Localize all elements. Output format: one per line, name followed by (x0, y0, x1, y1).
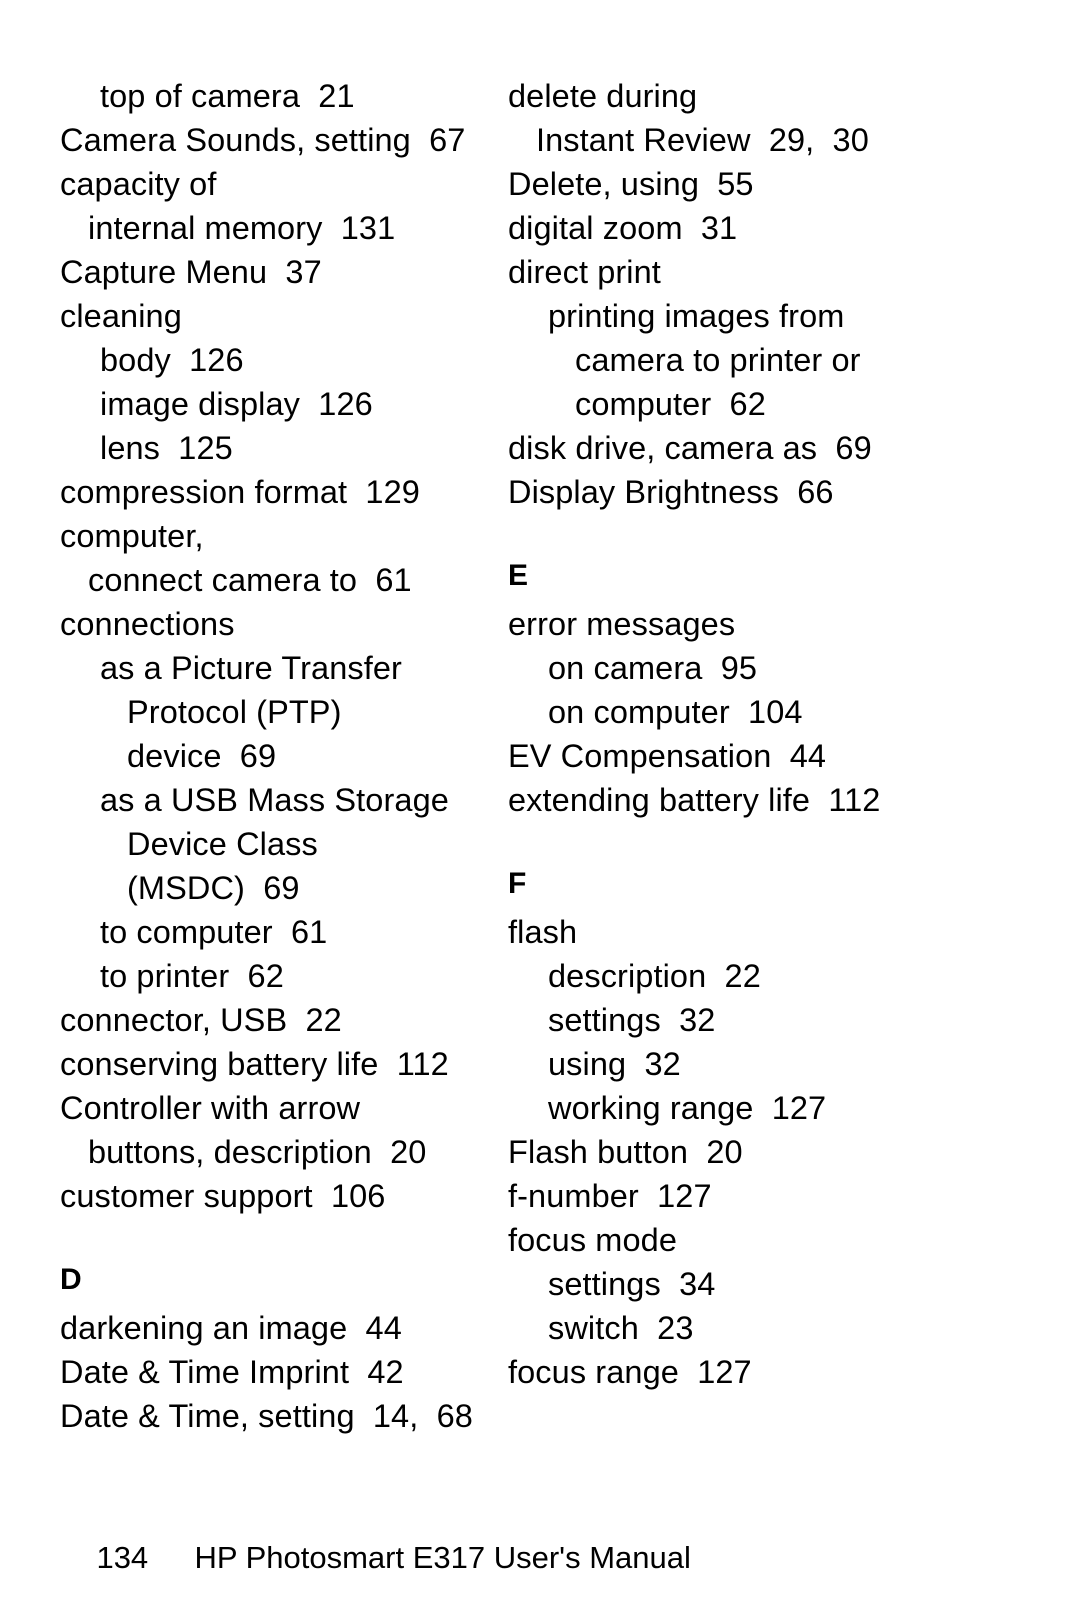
index-entry: working range 127 (548, 1090, 827, 1126)
index-entry: settings 32 (548, 1002, 716, 1038)
index-page: top of camera 21 Camera Sounds, setting 6… (0, 0, 1080, 1620)
index-entry: settings 34 (548, 1266, 716, 1302)
index-entry: Device Class (127, 826, 318, 862)
index-entry: switch 23 (548, 1310, 694, 1346)
index-entry: Date & Time Imprint 42 (60, 1354, 404, 1390)
index-entry: top of camera 21 (100, 78, 355, 114)
index-entry: to printer 62 (100, 958, 284, 994)
index-entry: direct print (508, 254, 661, 290)
index-column-right: delete during Instant Review 29, 30 Delete… (508, 74, 958, 1394)
index-entry: computer, (60, 518, 204, 554)
index-entry: to computer 61 (100, 914, 328, 950)
index-column-left: top of camera 21 Camera Sounds, setting 6… (60, 74, 490, 1438)
index-entry: Protocol (PTP) (127, 694, 342, 730)
index-entry: extending battery life 112 (508, 782, 881, 818)
index-entry: as a USB Mass Storage (100, 782, 449, 818)
page-number: 134 (96, 1540, 149, 1575)
index-entry: EV Compensation 44 (508, 738, 827, 774)
index-entry: focus range 127 (508, 1354, 752, 1390)
index-entry: focus mode (508, 1222, 678, 1258)
index-entry: image display 126 (100, 386, 373, 422)
index-entry: description 22 (548, 958, 761, 994)
index-entry: body 126 (100, 342, 244, 378)
index-entry: lens 125 (100, 430, 233, 466)
page-footer: 134 HP Photosmart E317 User's Manual (62, 1498, 691, 1618)
index-entry: on computer 104 (548, 694, 803, 730)
index-entry: Capture Menu 37 (60, 254, 322, 290)
index-entry: conserving battery life 112 (60, 1046, 449, 1082)
index-entry: Controller with arrow (60, 1090, 361, 1126)
index-section-heading: D (60, 1263, 82, 1296)
index-entry: delete during (508, 78, 698, 114)
index-entry: printing images from (548, 298, 845, 334)
index-entry: camera to printer or (575, 342, 861, 378)
index-entry: compression format 129 (60, 474, 420, 510)
index-entry: Date & Time, setting 14, 68 (60, 1398, 473, 1434)
index-entry: as a Picture Transfer (100, 650, 402, 686)
index-entry: disk drive, camera as 69 (508, 430, 872, 466)
index-entry: darkening an image 44 (60, 1310, 402, 1346)
index-entry: digital zoom 31 (508, 210, 738, 246)
index-entry: Flash button 20 (508, 1134, 743, 1170)
index-entry: customer support 106 (60, 1178, 386, 1214)
index-entry: cleaning (60, 298, 182, 334)
index-entry: Instant Review 29, 30 (536, 122, 869, 158)
index-section-heading: E (508, 559, 529, 592)
index-entry: Display Brightness 66 (508, 474, 834, 510)
index-entry: on camera 95 (548, 650, 758, 686)
index-entry: (MSDC) 69 (127, 870, 300, 906)
index-entry: connector, USB 22 (60, 1002, 342, 1038)
index-entry: buttons, description 20 (88, 1134, 427, 1170)
index-entry: Camera Sounds, setting 67 (60, 122, 466, 158)
index-entry: computer 62 (575, 386, 766, 422)
index-entry: flash (508, 914, 578, 950)
index-entry: Delete, using 55 (508, 166, 754, 202)
index-entry: connect camera to 61 (88, 562, 412, 598)
index-entry: connections (60, 606, 235, 642)
index-entry: capacity of (60, 166, 217, 202)
index-entry: using 32 (548, 1046, 681, 1082)
footer-title: HP Photosmart E317 User's Manual (194, 1540, 691, 1575)
index-entry: internal memory 131 (88, 210, 396, 246)
index-section-heading: F (508, 867, 527, 900)
index-entry: error messages (508, 606, 736, 642)
index-entry: f-number 127 (508, 1178, 712, 1214)
index-entry: device 69 (127, 738, 277, 774)
